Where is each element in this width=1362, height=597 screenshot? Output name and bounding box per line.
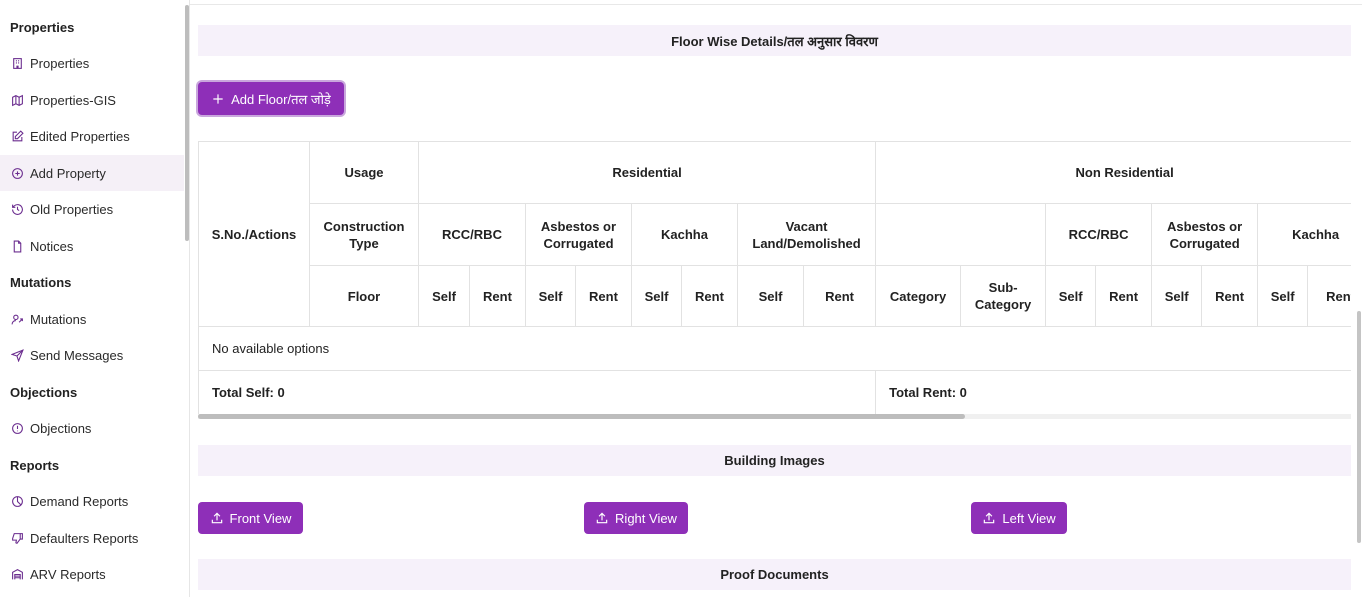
sidebar-item-label: Notices [30,238,74,254]
floor-wise-details-header: Floor Wise Details/तल अनुसार विवरण [198,25,1351,56]
page-scrollbar[interactable] [1357,311,1361,543]
add-floor-button[interactable]: Add Floor/तल जोड़े [198,82,344,115]
sidebar-item-label: ARV Reports [30,566,106,582]
sidebar-item-add-property[interactable]: Add Property [0,155,184,191]
self-header: Self [1045,265,1097,327]
self-header: Self [1257,265,1309,327]
sidebar-item-notices[interactable]: Notices [0,228,184,264]
sidebar-item-label: Properties-GIS [30,92,116,108]
right-view-upload-button[interactable]: Right View [584,502,688,534]
res-kachha-header: Kachha [631,203,738,266]
res-vacant-header: Vacant Land/Demolished [736,203,877,266]
sidebar-item-old-properties[interactable]: Old Properties [0,191,184,227]
rent-header: Rent [469,265,526,327]
floor-table-container: S.No./Actions Usage Residential Non Resi… [198,141,1351,416]
sidebar-item-label: Mutations [30,311,87,327]
usage-header: Usage [309,141,419,204]
rent-header: Rent [802,265,877,327]
construction-type-header: Construction Type [309,203,419,266]
self-header: Self [1151,265,1203,327]
user-transfer-icon [10,312,24,326]
floor-table: S.No./Actions Usage Residential Non Resi… [198,141,1351,415]
sidebar-item-edited-properties[interactable]: Edited Properties [0,118,184,154]
non-residential-header: Non Residential [875,141,1351,204]
rent-header: Rent [681,265,738,327]
self-header: Self [525,265,576,327]
section-reports: Reports [10,458,60,473]
self-header: Self [631,265,682,327]
thumbs-down-icon [10,531,24,545]
nonres-asbestos-header: Asbestos or Corrugated [1151,203,1259,266]
table-scrollbar[interactable] [198,414,965,419]
sidebar-item-arv-reports[interactable]: ARV Reports [0,556,184,592]
sidebar-item-send-messages[interactable]: Send Messages [0,337,184,373]
add-floor-label: Add Floor/तल जोड़े [231,91,331,107]
left-view-upload-button[interactable]: Left View [971,502,1067,534]
rent-header: Rent [1095,265,1153,327]
upload-icon [211,512,222,524]
building-icon [10,56,24,70]
self-header: Self [737,265,804,327]
rent-header: Rent [575,265,632,327]
sidebar-item-label: Defaulters Reports [30,530,139,546]
sidebar-item-objections[interactable]: Objections [0,410,184,446]
sidebar-item-demand-reports[interactable]: Demand Reports [0,483,184,519]
upload-icon [596,512,608,524]
building-images-header: Building Images [198,445,1351,476]
sidebar-item-properties[interactable]: Properties [0,45,184,81]
divider [190,4,1362,5]
sidebar-item-defaulters-reports[interactable]: Defaulters Reports [0,520,184,556]
nonres-category-blank-header [875,203,1047,266]
rent-header: Rent [1307,265,1351,327]
total-rent: Total Rent: 0 [875,370,1351,415]
send-icon [10,348,24,362]
sidebar-item-label: Send Messages [30,347,124,363]
map-icon [10,93,24,107]
file-icon [10,239,24,253]
proof-documents-header: Proof Documents [198,559,1351,590]
sidebar-item-properties-gis[interactable]: Properties-GIS [0,82,184,118]
residential-header: Residential [417,141,877,204]
sidebar-item-label: Old Properties [30,201,114,217]
pie-chart-icon [10,494,24,508]
sidebar-item-label: Add Property [30,165,106,181]
nonres-kachha-header: Kachha [1257,203,1351,266]
section-mutations: Mutations [10,275,72,290]
alert-circle-icon [10,421,24,435]
front-view-upload-button[interactable]: Front View [198,502,303,534]
empty-message: No available options [198,326,1351,371]
upload-icon [984,512,995,524]
sub-category-header: Sub-Category [960,265,1047,327]
sno-actions-header: S.No./Actions [198,141,310,327]
front-view-label: Front View [229,510,292,526]
plus-icon [213,93,223,104]
warehouse-icon [10,567,24,581]
res-rcc-header: RCC/RBC [418,203,526,266]
res-asbestos-header: Asbestos or Corrugated [525,203,632,266]
section-objections: Objections [10,385,78,400]
right-view-label: Right View [615,510,677,526]
history-icon [10,202,24,216]
sidebar-item-label: Properties [30,55,90,71]
sidebar: Properties Properties Properties-GIS Edi… [0,0,190,597]
sidebar-item-mutations[interactable]: Mutations [0,301,184,337]
category-header: Category [875,265,962,327]
total-self: Total Self: 0 [198,370,877,415]
nonres-rcc-header: RCC/RBC [1045,203,1153,266]
floor-header: Floor [309,265,419,327]
left-view-label: Left View [1002,510,1056,526]
edit-icon [10,129,24,143]
rent-header: Rent [1201,265,1259,327]
main-content: Floor Wise Details/तल अनुसार विवरण Add F… [190,0,1362,597]
sidebar-scrollbar[interactable] [185,5,189,241]
sidebar-item-label: Edited Properties [30,128,130,144]
plus-circle-icon [10,166,24,180]
section-properties: Properties [10,20,75,35]
sidebar-item-label: Objections [30,420,92,436]
sidebar-item-label: Demand Reports [30,493,129,509]
self-header: Self [418,265,470,327]
